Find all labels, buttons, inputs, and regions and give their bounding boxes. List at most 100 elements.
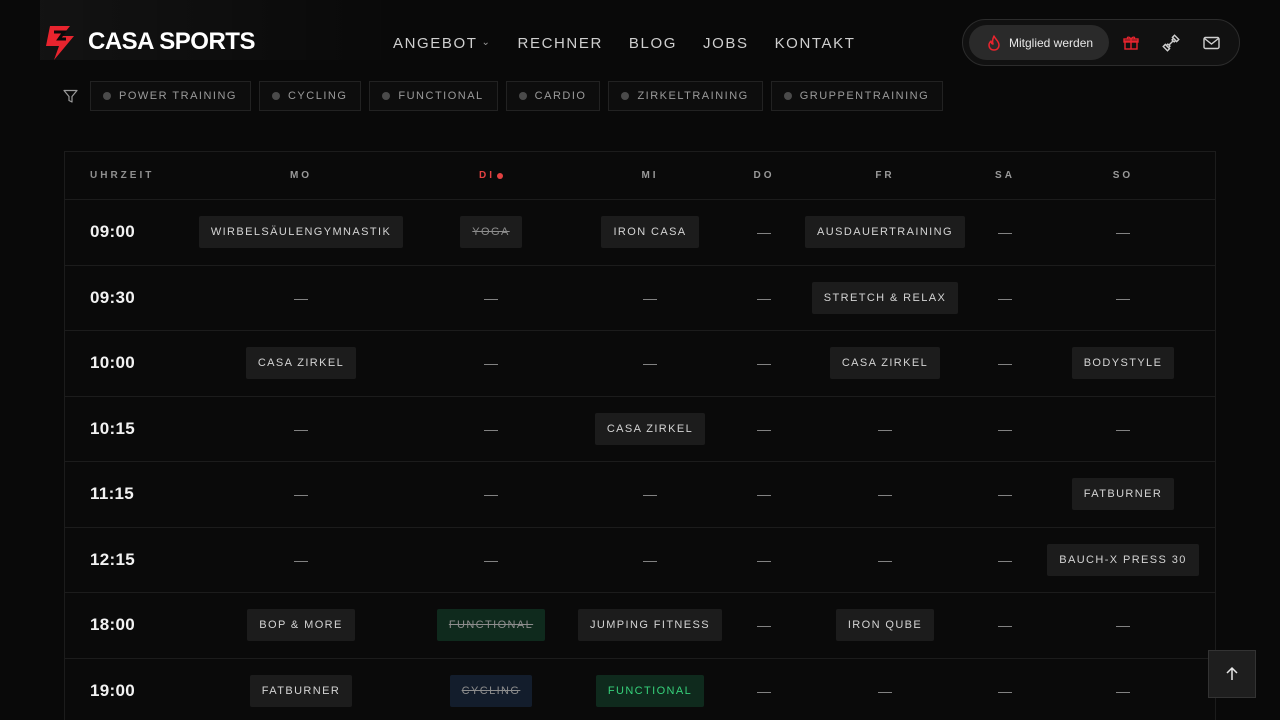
- empty-slot-dash: —: [998, 355, 1012, 372]
- schedule-cell: —: [1038, 266, 1208, 331]
- empty-slot-dash: —: [1116, 224, 1130, 241]
- empty-slot-dash: —: [757, 224, 771, 241]
- course-pill[interactable]: BOP & MORE: [247, 609, 355, 642]
- schedule-cell: FUNCTIONAL: [406, 593, 576, 658]
- schedule-cell: WIRBELSÄULENGYMNASTIK: [198, 200, 404, 265]
- empty-slot-dash: —: [484, 551, 498, 568]
- gift-button[interactable]: [1111, 23, 1151, 63]
- nav-item-rechner[interactable]: RECHNER: [518, 35, 603, 52]
- time-slot: 19:00: [65, 659, 195, 720]
- filter-chip-power-training[interactable]: POWER TRAINING: [90, 81, 251, 111]
- empty-slot-dash: —: [1116, 617, 1130, 634]
- time-slot-label: 18:00: [90, 615, 135, 635]
- chip-label: FUNCTIONAL: [398, 90, 484, 102]
- empty-slot-dash: —: [757, 682, 771, 699]
- chip-dot: [103, 92, 111, 100]
- schedule-row: 18:00 BOP & MORE FUNCTIONAL JUMPING FITNESS…: [65, 593, 1215, 659]
- filter-chip-gruppentraining[interactable]: GRUPPENTRAINING: [770, 81, 944, 111]
- nav-item-jobs[interactable]: JOBS: [703, 35, 749, 52]
- empty-slot-dash: —: [998, 289, 1012, 306]
- time-slot-label: 09:30: [90, 287, 135, 307]
- schedule-row: 19:00 FATBURNER CYCLING FUNCTIONAL — — — —: [65, 659, 1215, 720]
- empty-slot-dash: —: [484, 355, 498, 372]
- main-nav: ANGEBOT ⌄ RECHNER BLOG JOBS KONTAKT: [393, 34, 856, 52]
- day-header-di: DI: [406, 152, 576, 199]
- become-member-button[interactable]: Mitglied werden: [969, 25, 1110, 60]
- flame-icon: [988, 34, 1000, 51]
- course-pill[interactable]: YOGA: [460, 216, 522, 249]
- empty-slot-dash: —: [878, 420, 892, 437]
- dumbbell-button[interactable]: [1151, 23, 1191, 63]
- schedule-cell: BAUCH-X PRESS 30: [1038, 528, 1208, 593]
- schedule-cell: —: [216, 528, 386, 593]
- course-pill[interactable]: CASA ZIRKEL: [245, 347, 357, 380]
- nav-item-kontakt[interactable]: KONTAKT: [775, 35, 856, 52]
- schedule-cell: —: [406, 397, 576, 462]
- lightning-logo-icon: [46, 26, 74, 60]
- filter-chip-cycling[interactable]: CYCLING: [258, 81, 362, 111]
- course-pill[interactable]: BODYSTYLE: [1071, 347, 1175, 380]
- time-slot: 09:30: [65, 266, 195, 331]
- day-label: DI: [479, 170, 495, 181]
- empty-slot-dash: —: [757, 355, 771, 372]
- mail-button[interactable]: [1191, 23, 1231, 63]
- empty-slot-dash: —: [757, 551, 771, 568]
- schedule-cell: —: [406, 462, 576, 527]
- empty-slot-dash: —: [643, 486, 657, 503]
- schedule-cell: —: [406, 528, 576, 593]
- filter-chip-zirkeltraining[interactable]: ZIRKELTRAINING: [608, 81, 763, 111]
- schedule-cell: CASA ZIRKEL: [216, 331, 386, 396]
- chip-label: CARDIO: [534, 90, 587, 102]
- empty-slot-dash: —: [878, 682, 892, 699]
- time-slot-label: 09:00: [90, 222, 135, 242]
- nav-item-label: KONTAKT: [774, 34, 856, 52]
- filter-chip-cardio[interactable]: CARDIO: [505, 81, 601, 111]
- nav-item-label: BLOG: [628, 34, 677, 52]
- time-slot: 11:15: [65, 462, 195, 527]
- nav-item-angebot[interactable]: ANGEBOT ⌄: [393, 35, 492, 52]
- course-pill[interactable]: FUNCTIONAL: [436, 609, 546, 642]
- schedule-row: 12:15 — — — — — — BAUCH-X PRESS 30: [65, 528, 1215, 593]
- empty-slot-dash: —: [1116, 420, 1130, 437]
- nav-item-blog[interactable]: BLOG: [629, 35, 677, 52]
- empty-slot-dash: —: [998, 617, 1012, 634]
- course-pill[interactable]: WIRBELSÄULENGYMNASTIK: [198, 216, 404, 249]
- empty-slot-dash: —: [484, 486, 498, 503]
- become-member-label: Mitglied werden: [1009, 35, 1094, 50]
- course-pill[interactable]: FATBURNER: [1071, 478, 1175, 511]
- empty-slot-dash: —: [878, 486, 892, 503]
- course-pill[interactable]: BAUCH-X PRESS 30: [1047, 543, 1199, 576]
- time-slot: 10:15: [65, 397, 195, 462]
- day-label: SA: [995, 170, 1015, 181]
- scroll-to-top-button[interactable]: [1208, 650, 1256, 698]
- empty-slot-dash: —: [757, 486, 771, 503]
- filter-chips: POWER TRAINING CYCLING FUNCTIONAL CARDIO…: [90, 81, 944, 111]
- day-label: FR: [875, 170, 895, 181]
- empty-slot-dash: —: [294, 420, 308, 437]
- empty-slot-dash: —: [757, 289, 771, 306]
- time-slot-label: 10:00: [90, 353, 135, 373]
- empty-slot-dash: —: [998, 551, 1012, 568]
- today-indicator-dot: [497, 172, 503, 179]
- mail-icon: [1202, 36, 1220, 49]
- day-label: MI: [641, 170, 659, 181]
- filter-chip-functional[interactable]: FUNCTIONAL: [369, 81, 498, 111]
- day-label: DO: [753, 170, 775, 181]
- schedule-cell: —: [216, 266, 386, 331]
- schedule-cell: —: [216, 397, 386, 462]
- dumbbell-icon: [1162, 33, 1180, 52]
- empty-slot-dash: —: [643, 289, 657, 306]
- course-pill[interactable]: CYCLING: [449, 674, 533, 707]
- header-actions: Mitglied werden: [962, 19, 1240, 66]
- schedule-row: 10:00 CASA ZIRKEL — — — CASA ZIRKEL — BODYSTYLE: [65, 331, 1215, 397]
- brand-logo[interactable]: CASA SPORTS: [40, 22, 255, 62]
- chip-dot: [783, 92, 792, 100]
- schedule-cell: YOGA: [406, 200, 576, 265]
- schedule-header-row: UHRZEIT MO DI MI DO FR SA SO: [65, 152, 1215, 200]
- time-slot-label: 11:15: [90, 484, 135, 504]
- chip-label: GRUPPENTRAINING: [799, 90, 930, 102]
- filter-icon[interactable]: [63, 89, 78, 104]
- day-label: MO: [289, 170, 313, 181]
- course-pill[interactable]: FATBURNER: [249, 674, 353, 707]
- nav-item-label: RECHNER: [517, 34, 603, 52]
